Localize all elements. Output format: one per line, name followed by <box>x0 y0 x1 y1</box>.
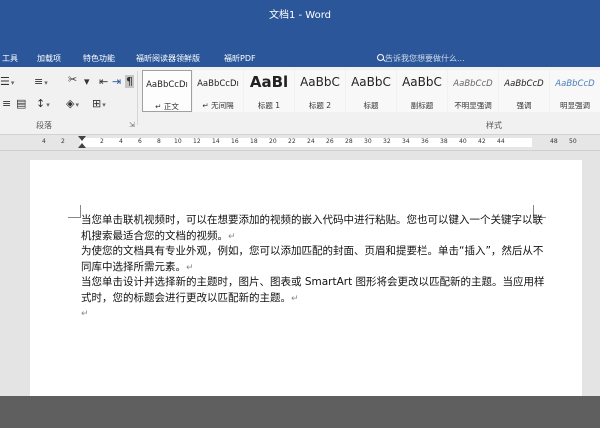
hanging-indent-marker[interactable] <box>78 143 86 148</box>
ribbon-tabs: 工具 加载项 特色功能 福昕阅读器领鲜版 福昕PDF 告诉我您想要做什么... <box>0 27 600 67</box>
ruler-label: 14 <box>212 138 220 145</box>
ruler-label: 2 <box>100 138 104 145</box>
style-label: 不明显强调 <box>454 101 492 110</box>
paragraph-dialog-launcher-icon[interactable]: ⇲ <box>129 121 135 129</box>
ruler-label: 30 <box>364 138 372 145</box>
style-no-spacing[interactable]: AaBbCcDı ↵ 无间隔 <box>193 70 243 112</box>
style-sample: AaBbCcDı <box>197 79 239 89</box>
ruler-label: 22 <box>288 138 296 145</box>
numbered-list-icon[interactable]: ≡ <box>34 75 48 88</box>
document-canvas: 当您单击联机视频时，可以在想要添加的视频的嵌入代码中进行粘贴。您也可以键入一个关… <box>0 151 600 396</box>
style-label: 副标题 <box>410 101 434 110</box>
style-sample: AaBbC <box>300 75 340 89</box>
paragraph-mark: ↵ <box>81 309 89 319</box>
margin-corner-mark <box>68 205 81 218</box>
style-subtle-emphasis[interactable]: AaBbCcD 不明显强调 <box>448 70 498 112</box>
styles-gallery: AaBbCcDı ↵ 正文 AaBbCcDı ↵ 无间隔 AaBl 标题 1 A… <box>142 70 600 112</box>
style-label: 标题 1 <box>257 101 281 110</box>
align-left-icon[interactable]: ≡ <box>2 97 11 110</box>
first-line-indent-marker[interactable] <box>78 136 86 141</box>
ruler-label: 32 <box>383 138 391 145</box>
ribbon: ☰ ≡ ✂ ▾ ⇤ ⇥ ¶ ≡ ▤ ↕ ◈ ⊞ 段落 ⇲ AaBbCcDı ↵ … <box>0 67 600 135</box>
ruler-label: 18 <box>250 138 258 145</box>
ruler-label: 4 <box>42 138 46 145</box>
document-page[interactable]: 当您单击联机视频时，可以在想要添加的视频的嵌入代码中进行粘贴。您也可以键入一个关… <box>30 160 582 396</box>
style-sample: AaBbC <box>402 75 442 89</box>
style-title[interactable]: AaBbC 标题 <box>346 70 396 112</box>
tab-tools[interactable]: 工具 <box>2 53 18 64</box>
style-sample: AaBbCcD <box>453 79 493 89</box>
ruler-label: 40 <box>459 138 467 145</box>
sort-icon[interactable]: ✂ <box>68 73 77 86</box>
style-heading-1[interactable]: AaBl 标题 1 <box>244 70 294 112</box>
style-label: 强调 <box>516 101 532 110</box>
ruler-label: 24 <box>307 138 315 145</box>
document-paragraph[interactable]: 当您单击设计并选择新的主题时，图片、图表或 SmartArt 图形将会更改以匹配… <box>81 275 546 307</box>
lightbulb-search-icon[interactable] <box>377 54 384 61</box>
paragraph-mark: ↵ <box>228 231 236 242</box>
increase-indent-icon[interactable]: ⇥ <box>112 75 121 88</box>
ruler-label: 12 <box>193 138 201 145</box>
ruler-label: 36 <box>421 138 429 145</box>
ruler-label: 48 <box>550 138 558 145</box>
empty-paragraph[interactable]: ↵ <box>81 306 546 323</box>
ruler-label: 16 <box>231 138 239 145</box>
show-marks-icon[interactable]: ¶ <box>125 75 134 88</box>
chevron-down-icon[interactable]: ▾ <box>84 75 90 88</box>
bullets-list-icon[interactable]: ☰ <box>0 75 14 88</box>
paragraph-text: 为使您的文档具有专业外观，例如，您可以添加匹配的封面、页眉和提要栏。单击“插入”… <box>81 245 544 273</box>
styles-group-label: 样式 <box>486 121 502 130</box>
ruler-label: 6 <box>138 138 142 145</box>
decrease-indent-icon[interactable]: ⇤ <box>99 75 108 88</box>
style-heading-2[interactable]: AaBbC 标题 2 <box>295 70 345 112</box>
tab-addins[interactable]: 加载项 <box>37 53 61 64</box>
status-bar <box>0 396 600 428</box>
paragraph-group-label: 段落 <box>36 121 52 130</box>
ruler-label: 26 <box>326 138 334 145</box>
tab-features[interactable]: 特色功能 <box>83 53 115 64</box>
style-label: ↵ 无间隔 <box>202 101 234 110</box>
style-label: 标题 <box>363 101 379 110</box>
justify-icon[interactable]: ▤ <box>16 97 26 110</box>
document-paragraph[interactable]: 当您单击联机视频时，可以在想要添加的视频的嵌入代码中进行粘贴。您也可以键入一个关… <box>81 213 546 245</box>
title-bar: 文档1 - Word <box>0 0 600 27</box>
style-label: 标题 2 <box>308 101 332 110</box>
tell-me-search[interactable]: 告诉我您想要做什么... <box>385 53 465 64</box>
divider <box>137 71 138 125</box>
document-paragraph[interactable]: 为使您的文档具有专业外观，例如，您可以添加匹配的封面、页眉和提要栏。单击“插入”… <box>81 244 546 276</box>
ruler-label: 28 <box>345 138 353 145</box>
ruler-label: 4 <box>119 138 123 145</box>
style-sample: AaBbCcD <box>555 79 595 89</box>
style-sample: AaBbC <box>351 75 391 89</box>
style-label: ↵ 正文 <box>155 102 179 111</box>
style-sample: AaBbCcDı <box>146 80 188 90</box>
ruler-label: 50 <box>569 138 577 145</box>
ruler-label: 2 <box>61 138 65 145</box>
tab-foxit-pdf[interactable]: 福昕PDF <box>224 53 256 64</box>
ruler-label: 38 <box>440 138 448 145</box>
ruler-label: 20 <box>269 138 277 145</box>
style-sample: AaBbCcD <box>504 79 544 89</box>
style-normal[interactable]: AaBbCcDı ↵ 正文 <box>142 70 192 112</box>
tab-foxit-reader[interactable]: 福昕阅读器领鲜版 <box>136 53 200 64</box>
style-intense-emphasis[interactable]: AaBbCcD 明显强调 <box>550 70 600 112</box>
style-subtitle[interactable]: AaBbC 副标题 <box>397 70 447 112</box>
ruler-label: 44 <box>497 138 505 145</box>
window-title: 文档1 - Word <box>268 10 332 21</box>
style-label: 明显强调 <box>560 101 590 110</box>
ruler-label: 34 <box>402 138 410 145</box>
ruler-label: 8 <box>157 138 161 145</box>
ruler-label: 10 <box>174 138 182 145</box>
paragraph-mark: ↵ <box>186 262 194 273</box>
borders-icon[interactable]: ⊞ <box>92 97 106 110</box>
line-spacing-icon[interactable]: ↕ <box>36 97 50 110</box>
style-sample: AaBl <box>249 73 289 91</box>
ruler-label: 42 <box>478 138 486 145</box>
paragraph-text: 当您单击联机视频时，可以在想要添加的视频的嵌入代码中进行粘贴。您也可以键入一个关… <box>81 214 543 242</box>
horizontal-ruler[interactable]: 4 2 2 4 6 8 10 12 14 16 18 20 22 24 26 2… <box>0 135 600 151</box>
shading-icon[interactable]: ◈ <box>66 97 79 110</box>
paragraph-mark: ↵ <box>291 293 299 304</box>
paragraph-text: 当您单击设计并选择新的主题时，图片、图表或 SmartArt 图形将会更改以匹配… <box>81 276 545 304</box>
style-emphasis[interactable]: AaBbCcD 强调 <box>499 70 549 112</box>
